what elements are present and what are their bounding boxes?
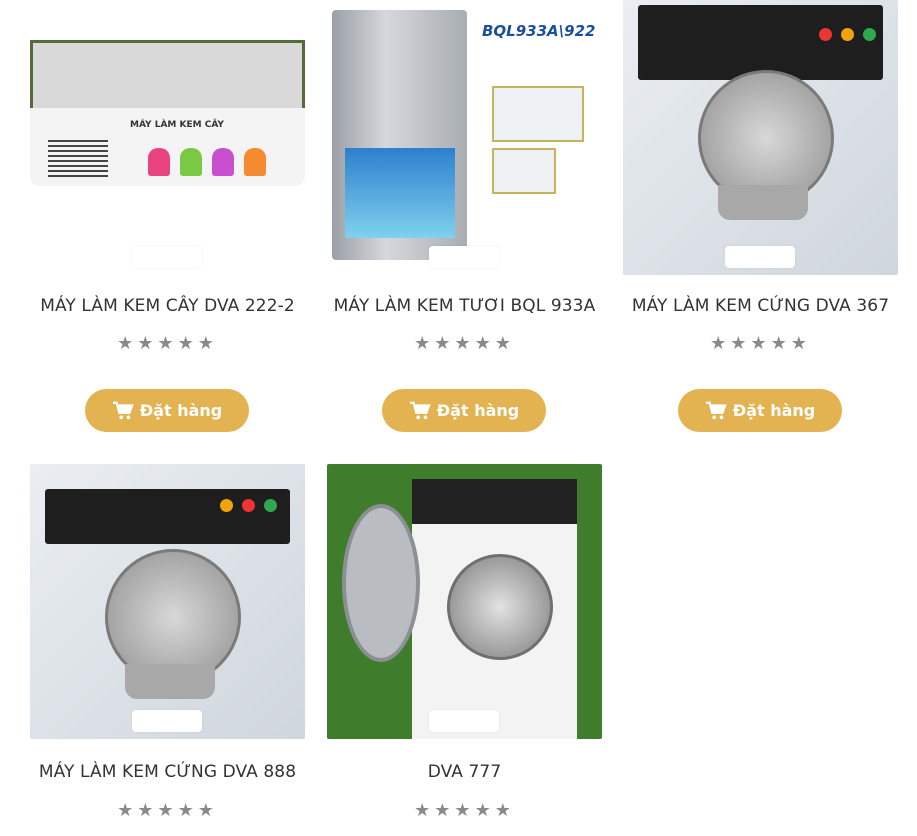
order-button[interactable]: Đặt hàng xyxy=(382,389,546,432)
image-shape xyxy=(819,28,832,41)
cart-icon xyxy=(409,401,431,419)
image-shape xyxy=(220,499,233,512)
order-button-label: Đặt hàng xyxy=(732,401,816,420)
image-shape xyxy=(342,504,420,662)
product-card: MÁY LÀM KEM CÂY MÁY LÀM KEM CÂY DVA 222-… xyxy=(30,0,305,432)
image-shape xyxy=(492,148,556,194)
product-image[interactable]: BQL933A\922 xyxy=(327,0,602,275)
image-shape xyxy=(212,148,234,176)
image-label: BQL933A\922 xyxy=(482,22,596,40)
image-shape xyxy=(718,185,808,220)
image-badge xyxy=(429,710,499,732)
image-shape xyxy=(447,554,553,660)
image-shape xyxy=(148,148,170,176)
image-shape xyxy=(264,499,277,512)
image-shape xyxy=(492,86,584,142)
rating-stars: ★★★★★ xyxy=(414,333,515,354)
image-shape xyxy=(345,148,455,238)
product-image[interactable] xyxy=(623,0,898,275)
order-button-label: Đặt hàng xyxy=(139,401,223,420)
image-badge xyxy=(132,246,202,268)
product-grid: MÁY LÀM KEM CÂY MÁY LÀM KEM CÂY DVA 222-… xyxy=(0,0,917,836)
image-shape xyxy=(412,479,577,524)
cart-icon xyxy=(705,401,727,419)
image-shape xyxy=(180,148,202,176)
image-badge xyxy=(429,246,499,268)
image-shape xyxy=(125,664,215,699)
image-shape xyxy=(242,499,255,512)
rating-stars: ★★★★★ xyxy=(710,333,811,354)
image-badge xyxy=(132,710,202,732)
product-title[interactable]: MÁY LÀM KEM CỨNG DVA 888 xyxy=(20,762,315,782)
product-title[interactable]: MÁY LÀM KEM TƯƠI BQL 933A xyxy=(317,296,612,316)
order-button-label: Đặt hàng xyxy=(436,401,520,420)
image-badge xyxy=(725,246,795,268)
rating-stars: ★★★★★ xyxy=(414,800,515,821)
image-shape xyxy=(48,140,108,180)
rating-stars: ★★★★★ xyxy=(117,800,218,821)
image-shape xyxy=(45,489,290,544)
image-shape xyxy=(244,148,266,176)
product-title[interactable]: MÁY LÀM KEM CÂY DVA 222-2 xyxy=(20,296,315,316)
image-label: MÁY LÀM KEM CÂY xyxy=(130,120,224,130)
product-title[interactable]: DVA 777 xyxy=(317,762,612,782)
product-card: DVA 777 ★★★★★ xyxy=(327,464,602,821)
image-shape xyxy=(841,28,854,41)
product-image[interactable] xyxy=(30,464,305,739)
rating-stars: ★★★★★ xyxy=(117,333,218,354)
image-shape xyxy=(863,28,876,41)
image-shape xyxy=(30,40,305,112)
product-image[interactable] xyxy=(327,464,602,739)
order-button[interactable]: Đặt hàng xyxy=(678,389,842,432)
image-shape xyxy=(638,5,883,80)
order-button[interactable]: Đặt hàng xyxy=(85,389,249,432)
product-card: MÁY LÀM KEM CỨNG DVA 367 ★★★★★ Đặt hàng xyxy=(623,0,898,432)
product-image[interactable]: MÁY LÀM KEM CÂY xyxy=(30,0,305,275)
product-title[interactable]: MÁY LÀM KEM CỨNG DVA 367 xyxy=(613,296,908,316)
product-card: MÁY LÀM KEM CỨNG DVA 888 ★★★★★ xyxy=(30,464,305,821)
product-card: BQL933A\922 MÁY LÀM KEM TƯƠI BQL 933A ★★… xyxy=(327,0,602,432)
cart-icon xyxy=(112,401,134,419)
